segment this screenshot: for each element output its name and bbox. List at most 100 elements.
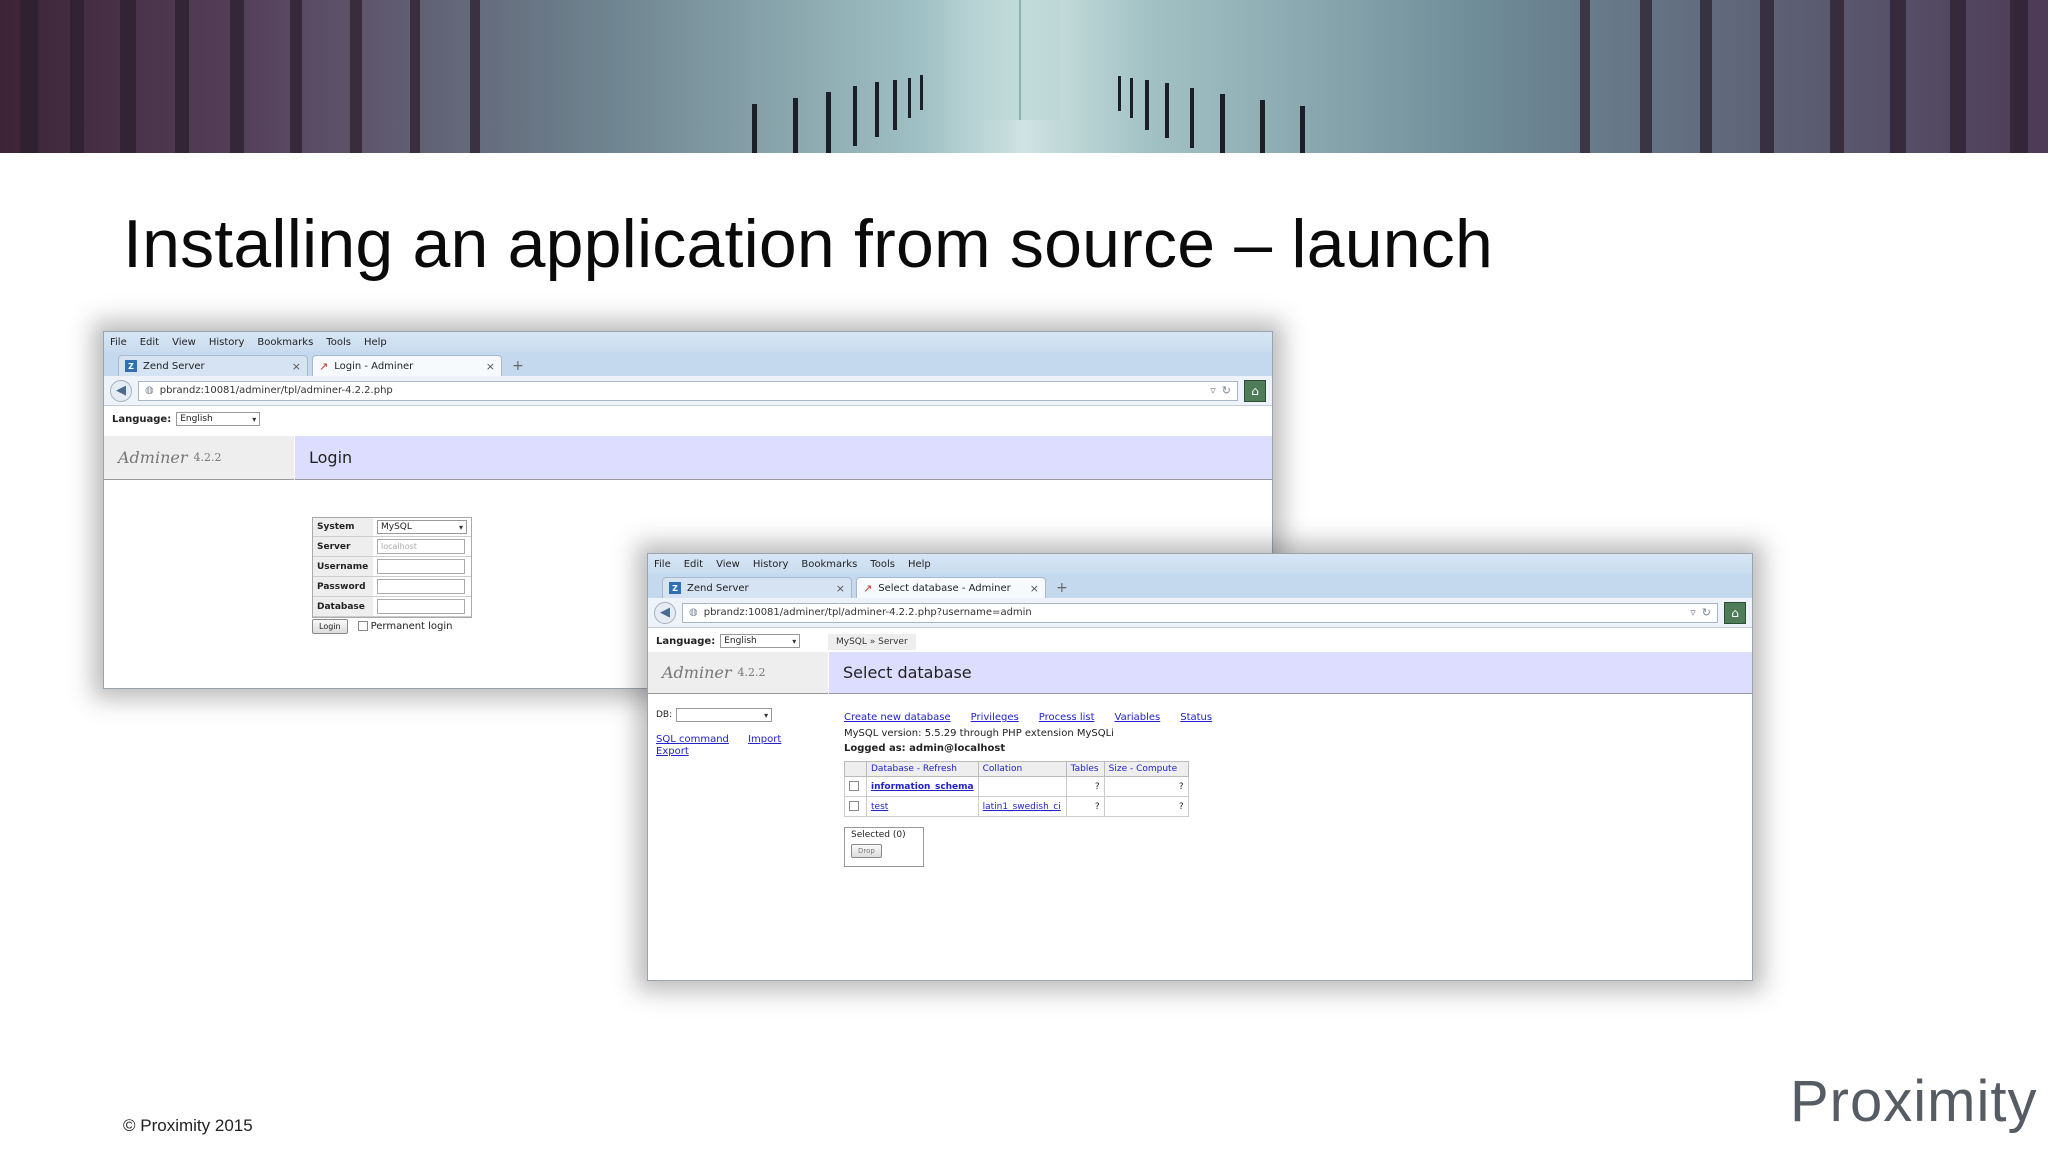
privileges-link[interactable]: Privileges (971, 712, 1019, 723)
home-icon[interactable]: ⌂ (1724, 601, 1746, 624)
back-arrow-icon[interactable]: ◀ (654, 601, 676, 624)
close-icon[interactable]: × (1030, 582, 1039, 595)
menu-history[interactable]: History (209, 337, 245, 348)
menu-file[interactable]: File (654, 559, 671, 570)
databases-table: Database - Refresh Collation Tables Size… (844, 761, 1189, 817)
mysql-version-text: MySQL version: 5.5.29 through PHP extens… (844, 728, 1114, 739)
row-checkbox[interactable] (849, 781, 859, 792)
close-icon[interactable]: × (836, 582, 845, 595)
login-actions: Login Permanent login (312, 619, 453, 634)
new-tab-icon[interactable]: + (1056, 580, 1068, 596)
logged-as-text: Logged as: admin@localhost (844, 743, 1006, 754)
menu-help[interactable]: Help (908, 559, 931, 570)
chevron-down-icon: ▾ (764, 710, 769, 720)
database-label: Database (313, 596, 373, 617)
database-name-link[interactable]: test (866, 796, 979, 817)
menu-tools[interactable]: Tools (870, 559, 895, 570)
language-selector: Language: English ▾ (112, 412, 261, 426)
menu-tools[interactable]: Tools (326, 337, 351, 348)
tab-zend-server[interactable]: Z Zend Server × (662, 577, 852, 598)
breadcrumb[interactable]: MySQL » Server (828, 634, 916, 650)
copyright-footer: © Proximity 2015 (123, 1116, 253, 1135)
tab-login-adminer[interactable]: ↗ Login - Adminer × (312, 355, 502, 376)
db-select[interactable]: ▾ (676, 708, 773, 722)
login-button[interactable]: Login (312, 619, 348, 634)
language-select[interactable]: English ▾ (176, 412, 261, 426)
permanent-login-option[interactable]: Permanent login (357, 621, 453, 632)
system-select[interactable]: MySQL ▾ (377, 520, 467, 534)
adminer-brand[interactable]: Adminer 4.2.2 (648, 652, 828, 694)
url-bar[interactable]: ◍ pbrandz:10081/adminer/tpl/adminer-4.2.… (138, 380, 1238, 401)
globe-icon: ◍ (689, 607, 698, 618)
database-header[interactable]: Database - Refresh (866, 761, 979, 777)
close-icon[interactable]: × (292, 360, 301, 373)
drop-button[interactable]: Drop (851, 844, 882, 858)
adminer-select-database-page: Language: English ▾ MySQL » Server Admin… (648, 628, 1752, 980)
username-label: Username (313, 556, 373, 577)
menu-edit[interactable]: Edit (684, 559, 703, 570)
menu-file[interactable]: File (110, 337, 127, 348)
password-input[interactable] (377, 579, 465, 594)
collation-cell[interactable]: latin1_swedish_ci (977, 796, 1067, 817)
database-name-link[interactable]: information_schema (866, 776, 979, 797)
reload-icon[interactable]: ↻ (1702, 606, 1711, 619)
server-action-links: Create new database Privileges Process l… (844, 712, 1212, 723)
db-selector: DB: ▾ (656, 708, 773, 722)
back-arrow-icon[interactable]: ◀ (110, 379, 132, 402)
page-title: Select database (829, 652, 1752, 694)
tab-select-database-adminer[interactable]: ↗ Select database - Adminer × (856, 577, 1046, 598)
url-bar[interactable]: ◍ pbrandz:10081/adminer/tpl/adminer-4.2.… (682, 602, 1718, 623)
close-icon[interactable]: × (486, 360, 495, 373)
new-tab-icon[interactable]: + (512, 358, 524, 374)
table-row: information_schema ? ? (844, 776, 1189, 797)
tables-header: Tables (1065, 761, 1105, 777)
navigation-bar: ◀ ◍ pbrandz:10081/adminer/tpl/adminer-4.… (648, 598, 1752, 628)
import-link[interactable]: Import (748, 734, 781, 745)
slide-title: Installing an application from source – … (123, 206, 1493, 282)
status-link[interactable]: Status (1180, 712, 1212, 723)
dropdown-arrow-icon[interactable]: ▿ (1210, 384, 1216, 397)
create-database-link[interactable]: Create new database (844, 712, 951, 723)
username-input[interactable] (377, 559, 465, 574)
selected-count-label: Selected (0) (851, 830, 906, 840)
menu-bar: File Edit View History Bookmarks Tools H… (104, 332, 1272, 352)
adminer-icon: ↗ (319, 359, 329, 373)
reload-icon[interactable]: ↻ (1222, 384, 1231, 397)
table-header-row: Database - Refresh Collation Tables Size… (844, 761, 1189, 777)
password-label: Password (313, 576, 373, 597)
language-selector: Language: English ▾ (656, 634, 801, 648)
language-select[interactable]: English ▾ (720, 634, 801, 648)
size-cell: ? (1103, 776, 1189, 797)
zend-icon: Z (669, 582, 681, 594)
chevron-down-icon: ▾ (458, 522, 463, 532)
dropdown-arrow-icon[interactable]: ▿ (1690, 606, 1696, 619)
permanent-login-checkbox[interactable] (357, 621, 368, 631)
row-checkbox[interactable] (849, 801, 859, 812)
sql-command-link[interactable]: SQL command (656, 734, 729, 745)
process-list-link[interactable]: Process list (1039, 712, 1095, 723)
tab-bar: Z Zend Server × ↗ Login - Adminer × + (104, 352, 1272, 376)
menu-bar: File Edit View History Bookmarks Tools H… (648, 554, 1752, 574)
database-input[interactable] (377, 599, 465, 614)
menu-edit[interactable]: Edit (140, 337, 159, 348)
select-database-screenshot: File Edit View History Bookmarks Tools H… (647, 553, 1753, 981)
collation-header: Collation (977, 761, 1067, 777)
table-row: test latin1_swedish_ci ? ? (844, 796, 1189, 817)
menu-bookmarks[interactable]: Bookmarks (801, 559, 857, 570)
menu-view[interactable]: View (172, 337, 196, 348)
menu-view[interactable]: View (716, 559, 740, 570)
menu-help[interactable]: Help (364, 337, 387, 348)
adminer-brand[interactable]: Adminer 4.2.2 (104, 436, 294, 480)
page-title: Login (295, 436, 1272, 480)
server-input[interactable]: localhost (377, 539, 465, 554)
tab-zend-server[interactable]: Z Zend Server × (118, 355, 308, 376)
menu-history[interactable]: History (753, 559, 789, 570)
system-label: System (313, 518, 373, 537)
variables-link[interactable]: Variables (1115, 712, 1161, 723)
adminer-icon: ↗ (863, 581, 873, 595)
menu-bookmarks[interactable]: Bookmarks (257, 337, 313, 348)
export-link[interactable]: Export (656, 746, 689, 757)
home-icon[interactable]: ⌂ (1244, 379, 1266, 402)
size-header[interactable]: Size - Compute (1103, 761, 1189, 777)
globe-icon: ◍ (145, 385, 154, 396)
